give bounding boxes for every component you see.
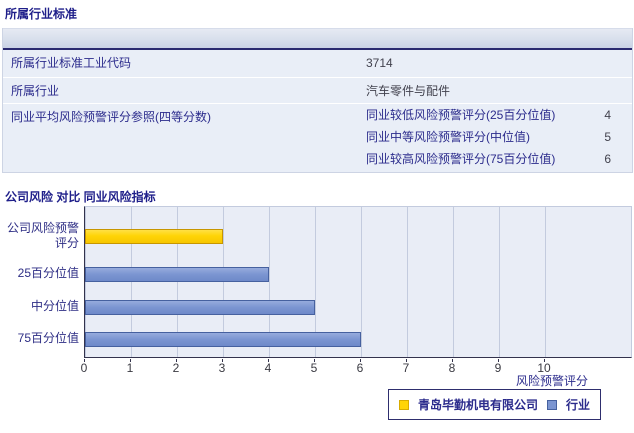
bar-median: [85, 300, 315, 315]
legend-swatch-company: [398, 399, 409, 410]
risk-comparison-chart: 公司风险预警评分 25百分位值 中分位值 75百分位值 0 1 2 3 4 5 6 7 8 9 10…: [0, 0, 634, 433]
y-category-label: 公司风险预警评分: [6, 221, 79, 250]
y-category-label: 75百分位值: [17, 331, 79, 345]
x-tick-label: 0: [80, 361, 88, 375]
bar-25th-percentile: [85, 267, 269, 282]
x-tick-mark: [360, 359, 361, 362]
legend-label-company: 青岛毕勤机电有限公司: [417, 398, 538, 412]
gridline: [545, 207, 546, 357]
x-tick-mark: [498, 359, 499, 362]
x-tick-mark: [222, 359, 223, 362]
x-tick-label: 8: [448, 361, 456, 375]
x-tick-mark: [176, 359, 177, 362]
gridline: [499, 207, 500, 357]
legend-swatch-industry: [547, 399, 557, 410]
x-tick-label: 4: [264, 361, 272, 375]
gridline: [407, 207, 408, 357]
x-axis-label: 风险预警评分: [515, 374, 588, 388]
x-tick-mark: [130, 359, 131, 362]
gridline: [361, 207, 362, 357]
legend-label-industry: 行业: [566, 398, 591, 412]
y-category-label: 中分位值: [30, 299, 79, 313]
y-category-label: 25百分位值: [17, 266, 79, 280]
x-tick-label: 1: [126, 361, 134, 375]
chart-legend: 青岛毕勤机电有限公司 行业: [388, 389, 601, 420]
x-tick-label: 2: [172, 361, 180, 375]
bar-75th-percentile: [85, 332, 361, 347]
x-tick-mark: [84, 359, 85, 362]
x-tick-mark: [268, 359, 269, 362]
bar-company-risk-score: [85, 229, 223, 244]
x-tick-label: 5: [310, 361, 318, 375]
x-tick-label: 6: [356, 361, 364, 375]
x-tick-mark: [452, 359, 453, 362]
x-tick-mark: [544, 359, 545, 362]
x-tick-label: 7: [402, 361, 410, 375]
plot-area: [84, 206, 632, 358]
x-tick-label: 3: [218, 361, 226, 375]
x-tick-mark: [314, 359, 315, 362]
gridline: [453, 207, 454, 357]
x-tick-mark: [406, 359, 407, 362]
